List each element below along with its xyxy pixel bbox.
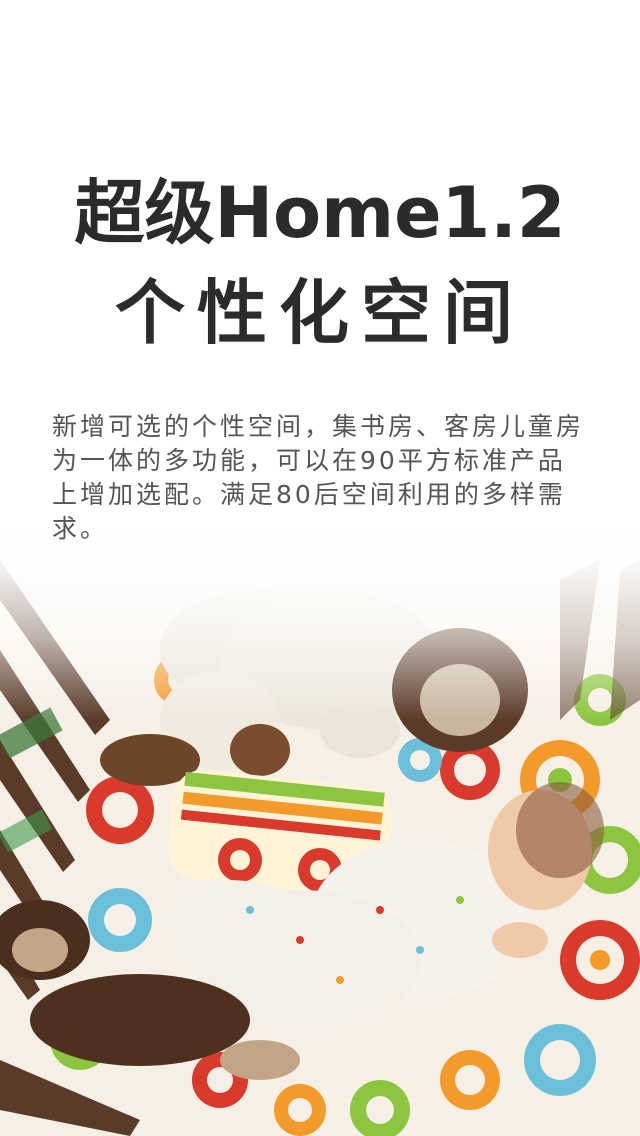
headline-line-2: 个性化空间 bbox=[115, 272, 525, 354]
headline-line-1: 超级Home1.2 bbox=[74, 172, 566, 254]
photo-top-fade bbox=[0, 520, 640, 720]
headline: 超级Home1.2 个性化空间 bbox=[0, 178, 640, 348]
description-text: 新增可选的个性空间，集书房、客房儿童房为一体的多功能，可以在90平方标准产品上增… bbox=[52, 412, 585, 543]
promo-page: 超级Home1.2 个性化空间 新增可选的个性空间，集书房、客房儿童房为一体的多… bbox=[0, 0, 640, 1136]
